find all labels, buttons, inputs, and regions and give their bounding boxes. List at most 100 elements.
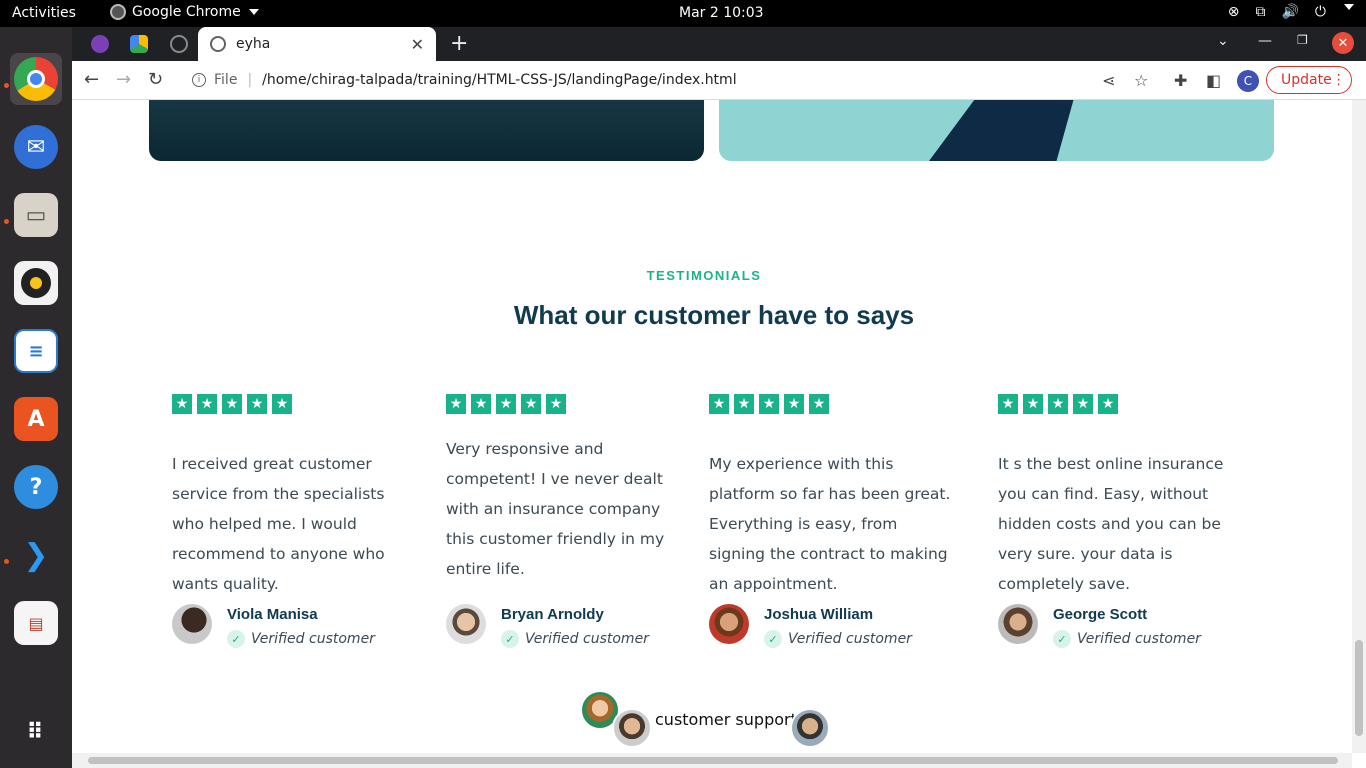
customer-support-text: customer support — [655, 710, 797, 729]
author-name: Bryan Arnoldy — [501, 606, 604, 623]
chevron-down-icon — [248, 9, 259, 15]
dock-files[interactable]: ▭ — [10, 189, 62, 241]
tab-title: eyha — [236, 36, 271, 52]
avatar — [709, 604, 749, 644]
profile-avatar[interactable]: C — [1237, 70, 1259, 92]
info-icon[interactable]: i — [192, 73, 206, 87]
maximize-button[interactable]: ❐ — [1297, 33, 1308, 47]
star-icon: ★ — [496, 394, 516, 414]
star-icon: ★ — [734, 394, 754, 414]
tab-extension-icon[interactable] — [91, 35, 109, 53]
star-icon: ★ — [1048, 394, 1068, 414]
dock-writer[interactable]: ≡ — [10, 325, 62, 377]
star-icon: ★ — [247, 394, 267, 414]
star-icon: ★ — [222, 394, 242, 414]
testimonial-author: Joshua William ✓ Verified customer — [709, 604, 954, 648]
testimonial-quote: It s the best online insurance you can f… — [998, 455, 1224, 593]
star-icon: ★ — [709, 394, 729, 414]
volume-icon[interactable]: 🔊 — [1281, 4, 1298, 20]
scrollbar-thumb[interactable] — [1355, 640, 1363, 736]
url-text[interactable]: /home/chirag-talpada/training/HTML-CSS-J… — [262, 72, 736, 88]
dock-chrome[interactable] — [10, 53, 62, 105]
app-grid-icon: ⠿ — [26, 720, 46, 745]
dock-thunderbird[interactable]: ✉ — [10, 121, 62, 173]
url-scheme: File — [214, 72, 238, 88]
globe-icon — [210, 36, 226, 52]
window-close-button[interactable]: ✕ — [1332, 32, 1354, 54]
document-viewer-icon: ▤ — [14, 601, 58, 645]
dock-document-viewer[interactable]: ▤ — [10, 597, 62, 649]
tab-search-icon[interactable]: ⌄ — [1217, 33, 1229, 49]
verified-label: Verified customer — [788, 631, 912, 647]
address-bar[interactable]: i File | /home/chirag-talpada/training/H… — [182, 65, 1182, 95]
extensions-icon[interactable]: ✚ — [1174, 71, 1187, 90]
network-icon[interactable]: ⧉ — [1255, 4, 1265, 20]
close-icon[interactable]: ✕ — [411, 35, 424, 54]
help-icon: ? — [14, 465, 58, 509]
author-name: Viola Manisa — [227, 606, 318, 623]
avatar — [172, 604, 212, 644]
libreoffice-writer-icon: ≡ — [14, 329, 58, 373]
check-icon: ✓ — [764, 630, 782, 648]
browser-tab-strip: eyha ✕ + ⌄ — ❐ ✕ — [72, 27, 1366, 61]
verified-badge: ✓ Verified customer — [227, 630, 375, 648]
activities-button[interactable]: Activities — [12, 5, 76, 21]
dock-rhythmbox[interactable] — [10, 257, 62, 309]
new-tab-button[interactable]: + — [450, 31, 468, 56]
feature-card-dark — [149, 100, 704, 161]
star-icon: ★ — [998, 394, 1018, 414]
dock-show-apps[interactable]: ⠿ — [10, 707, 62, 759]
app-menu[interactable]: Google Chrome — [110, 4, 259, 20]
chrome-app-icon — [110, 4, 126, 20]
dock-vscode[interactable]: ❯ — [10, 529, 62, 581]
star-rating: ★ ★ ★ ★ ★ — [998, 394, 1258, 414]
system-tray[interactable]: ⊗ ⧉ 🔊 ⏻ — [1228, 4, 1354, 20]
page-viewport: TESTIMONIALS What our customer have to s… — [72, 100, 1352, 753]
reload-button[interactable]: ↻ — [148, 69, 163, 90]
forward-button[interactable]: → — [116, 69, 131, 90]
update-button[interactable]: Update ⋮ — [1266, 66, 1352, 94]
check-icon: ✓ — [227, 630, 245, 648]
chevron-down-icon[interactable] — [1344, 4, 1354, 10]
testimonial-card: ★ ★ ★ ★ ★ My experience with this platfo… — [709, 394, 969, 648]
url-separator: | — [247, 72, 253, 88]
scrollbar-thumb[interactable] — [88, 757, 1338, 764]
back-button[interactable]: ← — [84, 69, 99, 90]
horizontal-scrollbar[interactable] — [72, 753, 1352, 768]
bookmark-star-icon[interactable]: ☆ — [1134, 71, 1148, 90]
star-icon: ★ — [546, 394, 566, 414]
feature-card-image — [719, 100, 1274, 161]
testimonial-quote: My experience with this platform so far … — [709, 455, 951, 593]
system-clock[interactable]: Mar 2 10:03 — [679, 5, 764, 21]
star-icon: ★ — [471, 394, 491, 414]
side-panel-icon[interactable]: ◧ — [1206, 71, 1221, 90]
accessibility-icon[interactable]: ⊗ — [1228, 4, 1240, 20]
dock-software[interactable]: A — [10, 393, 62, 445]
tab-globe-icon[interactable] — [170, 35, 188, 53]
share-icon[interactable]: ⋖ — [1102, 71, 1115, 90]
tab-active[interactable]: eyha ✕ — [198, 27, 436, 61]
software-center-icon: A — [14, 397, 58, 441]
app-menu-label: Google Chrome — [132, 4, 241, 20]
testimonial-card: ★ ★ ★ ★ ★ It s the best online insurance… — [998, 394, 1258, 648]
avatar — [998, 604, 1038, 644]
minimize-button[interactable]: — — [1258, 33, 1272, 49]
verified-label: Verified customer — [1077, 631, 1201, 647]
files-icon: ▭ — [14, 193, 58, 237]
star-icon: ★ — [272, 394, 292, 414]
power-icon[interactable]: ⏻ — [1315, 4, 1326, 20]
vertical-scrollbar[interactable] — [1352, 100, 1366, 753]
dock-help[interactable]: ? — [10, 461, 62, 513]
testimonial-quote: I received great customer service from t… — [172, 455, 385, 593]
chrome-icon — [14, 57, 58, 101]
tab-drive-icon[interactable] — [130, 35, 148, 53]
running-indicator — [4, 559, 9, 564]
check-icon: ✓ — [501, 630, 519, 648]
running-indicator — [4, 83, 9, 88]
star-icon: ★ — [1023, 394, 1043, 414]
person-image — [929, 100, 1079, 161]
menu-dots-icon[interactable]: ⋮ — [1332, 72, 1346, 88]
verified-badge: ✓ Verified customer — [1053, 630, 1201, 648]
star-icon: ★ — [759, 394, 779, 414]
section-eyebrow: TESTIMONIALS — [646, 268, 762, 283]
